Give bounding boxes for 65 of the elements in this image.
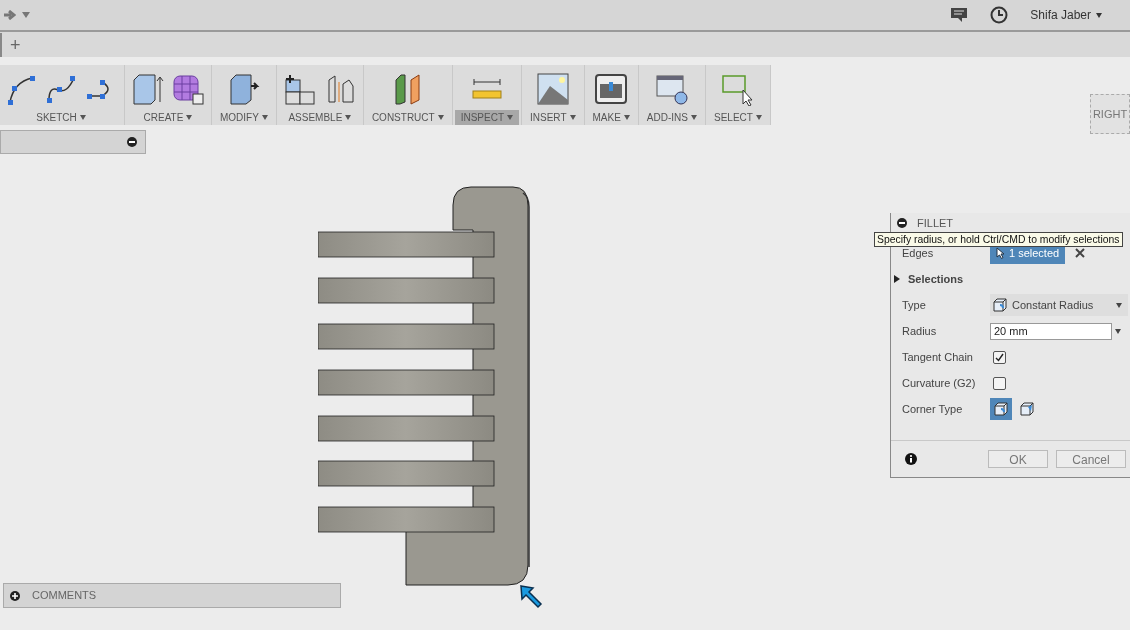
info-icon[interactable] (905, 453, 917, 465)
toolbar-menu-tab[interactable]: ASSEMBLE (282, 110, 358, 125)
toolbar-menu-tab[interactable]: CREATE (137, 110, 199, 125)
corner-type-option[interactable] (990, 398, 1012, 420)
panel-title: FILLET (917, 215, 954, 231)
toolbar-menu-tab[interactable]: SELECT (708, 110, 768, 125)
component-blocks-icon[interactable] (282, 72, 317, 106)
redo-arrow-icon[interactable] (4, 10, 16, 20)
mesh-cube-icon[interactable] (171, 72, 205, 106)
rounded-corner-icon (992, 297, 1008, 313)
cube-corner-icon (1019, 401, 1035, 417)
caret-icon[interactable] (22, 12, 30, 18)
caret-icon (261, 115, 268, 120)
toolbar-menu-tab[interactable]: MODIFY (214, 110, 274, 125)
checkbox[interactable] (993, 376, 1006, 390)
rounded-corner-icon (993, 401, 1009, 417)
radius-label: Radius (902, 323, 938, 339)
edges-label: Edges (902, 245, 935, 261)
new-tab-button[interactable]: + (10, 35, 21, 54)
script-gear-icon[interactable] (654, 72, 689, 106)
caret-icon (437, 115, 444, 120)
selections-expander[interactable]: Selections (891, 266, 1130, 292)
clock-icon[interactable] (990, 6, 1009, 24)
tooltip: Specify radius, or hold Ctrl/CMD to modify selections (874, 232, 1123, 247)
collapse-icon[interactable] (127, 137, 137, 147)
user-menu[interactable]: Shifa Jaber (1030, 6, 1102, 24)
caret-icon (186, 115, 193, 120)
comments-label: COMMENTS (32, 588, 97, 604)
collapse-icon[interactable] (897, 218, 907, 228)
caret-icon (1116, 302, 1122, 308)
expand-triangle-icon (894, 275, 900, 283)
toolbar-menu-tab[interactable]: ADD-INS (640, 110, 703, 125)
landscape-picture-icon[interactable] (535, 72, 570, 106)
caret-icon (755, 115, 762, 120)
toolbar-menu-tab[interactable]: MAKE (586, 110, 636, 125)
selection-box-cursor-icon[interactable] (720, 72, 755, 106)
radius-field[interactable]: 20 mm (990, 322, 1112, 340)
extrude-box-icon[interactable] (131, 72, 165, 106)
tangent-chain-label: Tangent Chain (902, 349, 974, 365)
type-dropdown[interactable]: Constant Radius (990, 294, 1128, 316)
comment-icon[interactable] (950, 7, 969, 23)
curvature-label: Curvature (G2) (902, 375, 977, 391)
caret-icon (1096, 12, 1102, 18)
caret-icon (79, 115, 86, 120)
cursor-arrow-icon (518, 583, 544, 609)
toolbar-menu-tab[interactable]: INSPECT (454, 110, 519, 125)
caret-icon (623, 115, 630, 120)
caret-icon (691, 115, 697, 120)
view-cube[interactable]: RIGHT (1090, 94, 1130, 134)
cancel-button[interactable]: Cancel (1056, 450, 1126, 468)
close-icon[interactable] (1075, 248, 1086, 258)
ok-button[interactable]: OK (988, 450, 1048, 468)
caret-icon (345, 115, 352, 120)
corner-type-label: Corner Type (902, 401, 964, 417)
caret-icon (1115, 328, 1121, 334)
printer-icon[interactable] (594, 72, 629, 106)
checkbox[interactable] (993, 350, 1006, 364)
type-label: Type (902, 297, 927, 313)
expand-icon[interactable] (10, 590, 20, 601)
caret-icon (569, 115, 576, 120)
pointer-icon (996, 247, 1005, 259)
toolbar-menu-tab[interactable]: SKETCH (30, 110, 92, 125)
toolbar-menu-tab[interactable]: INSERT (524, 110, 582, 125)
toolbar-menu-tab[interactable]: CONSTRUCT (365, 110, 450, 125)
caret-icon (507, 115, 513, 120)
